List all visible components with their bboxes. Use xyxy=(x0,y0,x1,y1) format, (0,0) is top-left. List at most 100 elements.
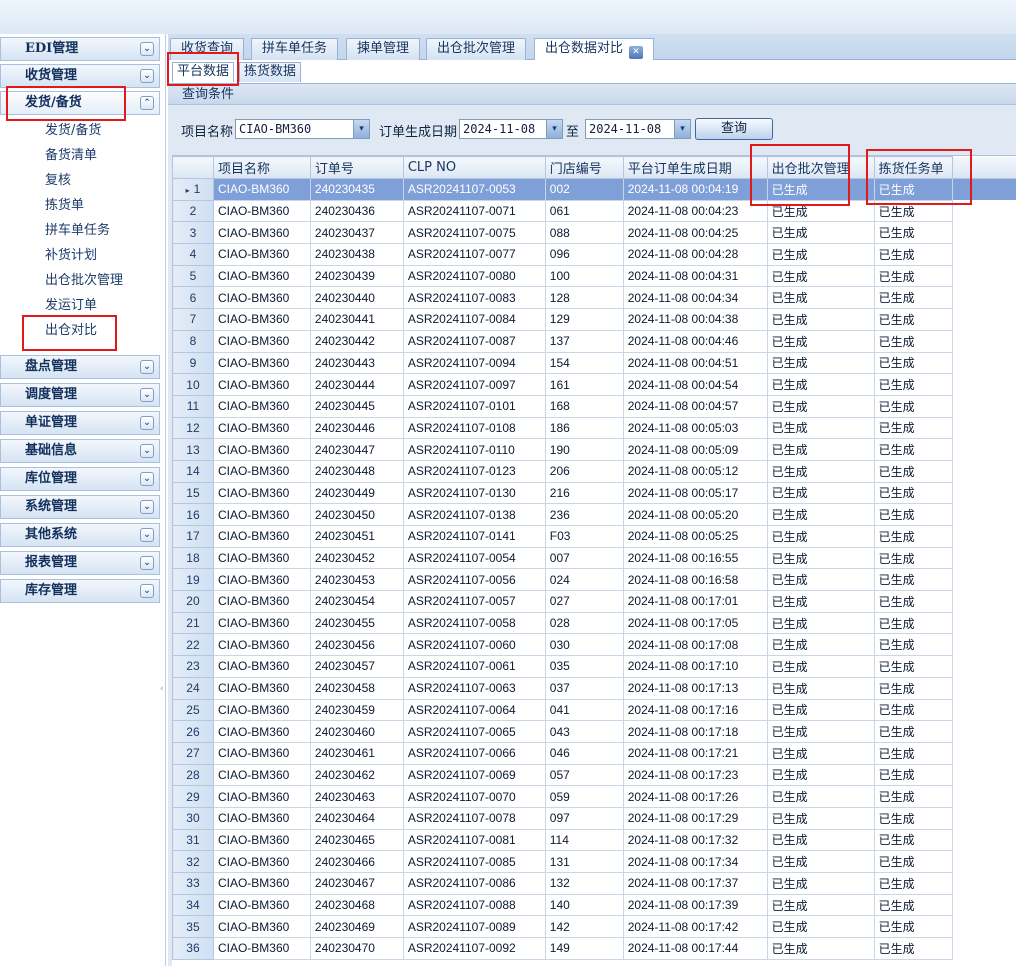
grid-cell-rownum[interactable]: 34 xyxy=(172,893,214,917)
grid-cell-order-no[interactable]: 240230439 xyxy=(309,264,404,288)
grid-cell-project[interactable]: CIAO-BM360 xyxy=(212,893,311,917)
grid-cell-rownum[interactable]: 17 xyxy=(172,525,214,548)
grid-cell-rownum[interactable]: 8 xyxy=(172,329,214,353)
grid-cell-project[interactable]: CIAO-BM360 xyxy=(212,329,311,353)
grid-cell-pick-task[interactable]: 已生成 xyxy=(873,503,953,526)
tab-receiving-query[interactable]: 收货查询 xyxy=(170,38,245,60)
grid-cell-project[interactable]: CIAO-BM360 xyxy=(212,243,311,266)
grid-cell-rownum[interactable]: 2 xyxy=(172,199,214,223)
col-header-created-date[interactable]: 平台订单生成日期 xyxy=(622,156,768,179)
grid-cell-rownum[interactable]: 10 xyxy=(172,373,214,396)
grid-cell-project[interactable]: CIAO-BM360 xyxy=(212,872,311,895)
query-button[interactable]: 查询 xyxy=(695,118,773,140)
grid-cell-created-date[interactable]: 2024-11-08 00:05:12 xyxy=(622,459,768,483)
table-row[interactable]: 32 CIAO-BM360 240230466 ASR20241107-0085 131… xyxy=(172,850,1016,873)
grid-cell-store-no[interactable]: 161 xyxy=(544,373,624,396)
grid-cell-clp-no[interactable]: ASR20241107-0069 xyxy=(402,763,546,787)
grid-cell-outbound-batch[interactable]: 已生成 xyxy=(766,872,875,895)
col-header-store-no[interactable]: 门店编号 xyxy=(544,156,624,179)
table-row[interactable]: ▸ 1 CIAO-BM360 240230435 ASR20241107-0053 002… xyxy=(172,178,1016,201)
grid-cell-store-no[interactable]: 100 xyxy=(544,264,624,288)
grid-cell-store-no[interactable]: 114 xyxy=(544,828,624,852)
grid-cell-project[interactable]: CIAO-BM360 xyxy=(212,590,311,613)
grid-cell-clp-no[interactable]: ASR20241107-0092 xyxy=(402,937,546,960)
grid-cell-rownum[interactable]: 3 xyxy=(172,221,214,245)
date-to-picker[interactable]: 2024-11-08 ▾ xyxy=(585,119,691,139)
grid-cell-project[interactable]: CIAO-BM360 xyxy=(212,611,311,635)
grid-cell-rownum[interactable]: 13 xyxy=(172,438,214,461)
grid-cell-project[interactable]: CIAO-BM360 xyxy=(212,828,311,852)
grid-cell-clp-no[interactable]: ASR20241107-0053 xyxy=(402,178,546,201)
grid-cell-created-date[interactable]: 2024-11-08 00:17:26 xyxy=(622,785,768,808)
grid-cell-order-no[interactable]: 240230468 xyxy=(309,893,404,917)
grid-cell-outbound-batch[interactable]: 已生成 xyxy=(766,243,875,266)
grid-cell-store-no[interactable]: 037 xyxy=(544,676,624,700)
grid-cell-order-no[interactable]: 240230447 xyxy=(309,438,404,461)
grid-cell-created-date[interactable]: 2024-11-08 00:04:19 xyxy=(622,178,768,201)
grid-cell-project[interactable]: CIAO-BM360 xyxy=(212,720,311,743)
grid-cell-created-date[interactable]: 2024-11-08 00:17:23 xyxy=(622,763,768,787)
grid-cell-project[interactable]: CIAO-BM360 xyxy=(212,286,311,310)
grid-cell-created-date[interactable]: 2024-11-08 00:17:18 xyxy=(622,720,768,743)
grid-cell-order-no[interactable]: 240230451 xyxy=(309,525,404,548)
grid-cell-rownum[interactable]: 15 xyxy=(172,481,214,505)
grid-cell-order-no[interactable]: 240230446 xyxy=(309,416,404,440)
grid-cell-pick-task[interactable]: 已生成 xyxy=(873,351,953,375)
grid-cell-outbound-batch[interactable]: 已生成 xyxy=(766,178,875,201)
grid-cell-rownum[interactable]: 35 xyxy=(172,915,214,939)
table-row[interactable]: 4 CIAO-BM360 240230438 ASR20241107-0077 096 2… xyxy=(172,243,1016,266)
table-row[interactable]: 17 CIAO-BM360 240230451 ASR20241107-0141 F03… xyxy=(172,525,1016,548)
grid-cell-project[interactable]: CIAO-BM360 xyxy=(212,221,311,245)
grid-cell-store-no[interactable]: 088 xyxy=(544,221,624,245)
grid-cell-store-no[interactable]: 206 xyxy=(544,459,624,483)
table-row[interactable]: 29 CIAO-BM360 240230463 ASR20241107-0070 059… xyxy=(172,785,1016,808)
table-row[interactable]: 36 CIAO-BM360 240230470 ASR20241107-0092 149… xyxy=(172,937,1016,960)
sidebar-group-edi[interactable]: EDI管理 ⌄ xyxy=(0,37,160,61)
table-row[interactable]: 31 CIAO-BM360 240230465 ASR20241107-0081 114… xyxy=(172,828,1016,852)
grid-cell-outbound-batch[interactable]: 已生成 xyxy=(766,785,875,808)
grid-cell-rownum[interactable]: 9 xyxy=(172,351,214,375)
sidebar-group-location[interactable]: 库位管理 ⌄ xyxy=(0,467,160,491)
grid-cell-order-no[interactable]: 240230437 xyxy=(309,221,404,245)
sidebar-item-review[interactable]: 复核 xyxy=(45,169,71,193)
grid-cell-pick-task[interactable]: 已生成 xyxy=(873,763,953,787)
grid-cell-order-no[interactable]: 240230443 xyxy=(309,351,404,375)
sidebar-group-basic-info[interactable]: 基础信息 ⌄ xyxy=(0,439,160,463)
grid-cell-order-no[interactable]: 240230454 xyxy=(309,590,404,613)
chevron-down-icon[interactable]: ⌄ xyxy=(140,472,154,486)
grid-cell-clp-no[interactable]: ASR20241107-0089 xyxy=(402,915,546,939)
grid-cell-store-no[interactable]: 061 xyxy=(544,199,624,223)
grid-cell-clp-no[interactable]: ASR20241107-0110 xyxy=(402,438,546,461)
grid-cell-project[interactable]: CIAO-BM360 xyxy=(212,373,311,396)
sidebar-item-replenish-plan[interactable]: 补货计划 xyxy=(45,244,97,268)
grid-cell-store-no[interactable]: 128 xyxy=(544,286,624,310)
grid-cell-pick-task[interactable]: 已生成 xyxy=(873,329,953,353)
table-row[interactable]: 35 CIAO-BM360 240230469 ASR20241107-0089 142… xyxy=(172,915,1016,939)
grid-cell-created-date[interactable]: 2024-11-08 00:16:55 xyxy=(622,546,768,570)
grid-cell-outbound-batch[interactable]: 已生成 xyxy=(766,373,875,396)
sidebar-item-stock-list[interactable]: 备货清单 xyxy=(45,144,97,168)
grid-cell-rownum[interactable]: 11 xyxy=(172,394,214,418)
grid-cell-created-date[interactable]: 2024-11-08 00:04:31 xyxy=(622,264,768,288)
chevron-down-icon[interactable]: ⌄ xyxy=(140,416,154,430)
grid-cell-outbound-batch[interactable]: 已生成 xyxy=(766,763,875,787)
grid-cell-outbound-batch[interactable]: 已生成 xyxy=(766,850,875,873)
grid-cell-rownum[interactable]: 5 xyxy=(172,264,214,288)
grid-cell-rownum[interactable]: 36 xyxy=(172,937,214,960)
grid-cell-pick-task[interactable]: 已生成 xyxy=(873,893,953,917)
grid-cell-store-no[interactable]: 024 xyxy=(544,568,624,592)
grid-cell-store-no[interactable]: 129 xyxy=(544,308,624,331)
grid-cell-created-date[interactable]: 2024-11-08 00:04:28 xyxy=(622,243,768,266)
grid-cell-pick-task[interactable]: 已生成 xyxy=(873,308,953,331)
table-row[interactable]: 6 CIAO-BM360 240230440 ASR20241107-0083 128 2… xyxy=(172,286,1016,310)
sidebar-group-receiving[interactable]: 收货管理 ⌄ xyxy=(0,64,160,88)
table-row[interactable]: 24 CIAO-BM360 240230458 ASR20241107-0063 037… xyxy=(172,676,1016,700)
chevron-down-icon[interactable]: ⌄ xyxy=(140,444,154,458)
grid-cell-clp-no[interactable]: ASR20241107-0056 xyxy=(402,568,546,592)
grid-cell-pick-task[interactable]: 已生成 xyxy=(873,459,953,483)
grid-cell-outbound-batch[interactable]: 已生成 xyxy=(766,676,875,700)
grid-cell-order-no[interactable]: 240230457 xyxy=(309,655,404,678)
grid-cell-project[interactable]: CIAO-BM360 xyxy=(212,676,311,700)
table-row[interactable]: 28 CIAO-BM360 240230462 ASR20241107-0069 057… xyxy=(172,763,1016,787)
chevron-down-icon[interactable]: ⌄ xyxy=(140,42,154,56)
